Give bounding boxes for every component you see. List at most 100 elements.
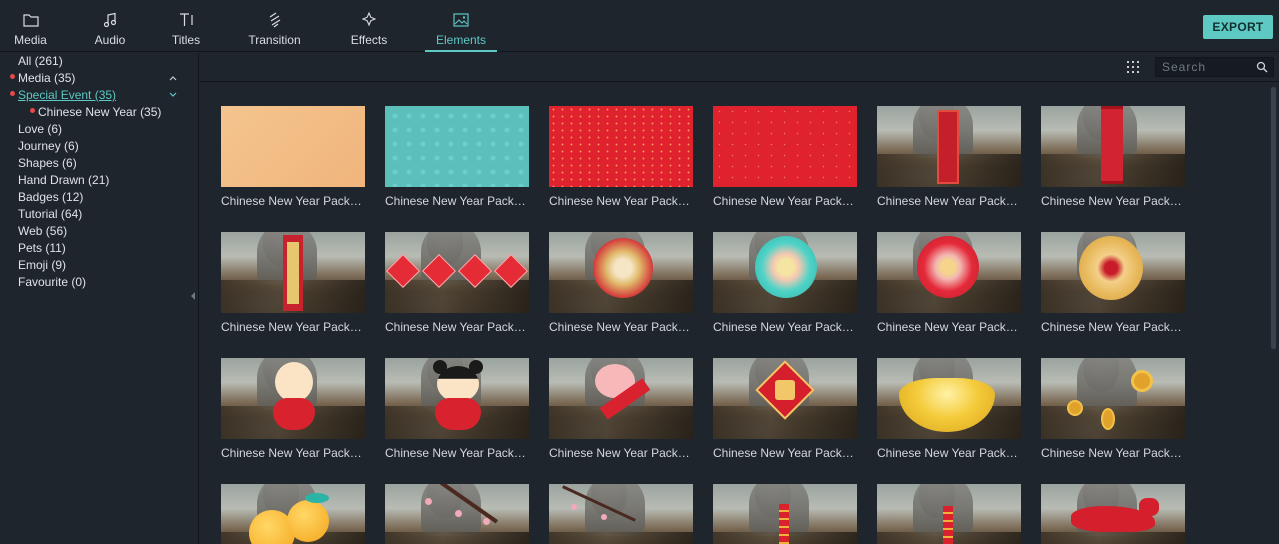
tab-media[interactable]: Media xyxy=(14,0,47,52)
element-tile[interactable]: Chinese New Year Pack El... xyxy=(385,358,529,460)
category-hand-drawn[interactable]: Hand Drawn (21) xyxy=(18,172,109,188)
grid-view-icon[interactable] xyxy=(1126,60,1140,74)
transition-icon xyxy=(269,12,280,28)
element-tile[interactable]: Chinese New Year Pack El... xyxy=(221,358,365,460)
tile-caption: Chinese New Year Pack El... xyxy=(713,446,857,460)
collapse-sidebar-icon[interactable] xyxy=(190,291,196,301)
gold-coins-thumbnail xyxy=(1041,358,1185,439)
element-tile[interactable]: Chinese New Year Pack El... xyxy=(713,358,857,460)
category-badges[interactable]: Badges (12) xyxy=(18,189,83,205)
tab-transition[interactable]: Transition xyxy=(247,0,302,52)
tile-caption: Chinese New Year Pack El... xyxy=(221,320,365,334)
chevron-down-icon[interactable] xyxy=(168,90,178,100)
scrollbar[interactable] xyxy=(1271,87,1276,349)
category-journey[interactable]: Journey (6) xyxy=(18,138,79,154)
element-tile[interactable]: Chinese New Year Pack El... xyxy=(549,358,693,460)
chinese-girl-thumbnail xyxy=(385,358,529,439)
category-web[interactable]: Web (56) xyxy=(18,223,67,239)
effects-icon xyxy=(361,11,377,27)
elements-grid: Chinese New Year Pack El... Chinese New … xyxy=(200,83,1279,544)
element-tile[interactable] xyxy=(1041,484,1185,544)
red-sparkle-background-thumbnail xyxy=(549,106,693,187)
plum-blossom-thumbnail xyxy=(385,484,529,544)
tab-label: Elements xyxy=(435,33,487,47)
tile-caption: Chinese New Year Pack El... xyxy=(713,320,857,334)
element-tile[interactable]: Chinese New Year Pack El... xyxy=(713,106,857,208)
category-all[interactable]: All (261) xyxy=(18,53,63,69)
element-tile[interactable]: Chinese New Year Pack El... xyxy=(549,232,693,334)
new-indicator-dot xyxy=(30,108,35,113)
element-tile[interactable]: Chinese New Year Pack El... xyxy=(385,232,529,334)
element-tile[interactable]: Chinese New Year Pack El... xyxy=(877,232,1021,334)
tile-caption: Chinese New Year Pack El... xyxy=(221,194,365,208)
gold-red-paper-flower-thumbnail xyxy=(1041,232,1185,313)
element-tile[interactable]: Chinese New Year Pack El... xyxy=(877,106,1021,208)
search-input[interactable] xyxy=(1156,58,1252,76)
element-tile[interactable] xyxy=(877,484,1021,544)
category-emoji[interactable]: Emoji (9) xyxy=(18,257,66,273)
tile-caption: Chinese New Year Pack El... xyxy=(713,194,857,208)
element-tile[interactable]: Chinese New Year Pack El... xyxy=(713,232,857,334)
element-tile[interactable]: Chinese New Year Pack El... xyxy=(221,232,365,334)
tile-caption: Chinese New Year Pack El... xyxy=(549,194,693,208)
tile-caption: Chinese New Year Pack El... xyxy=(877,194,1021,208)
text-icon xyxy=(180,13,193,26)
tangerines-thumbnail xyxy=(221,484,365,544)
tile-caption: Chinese New Year Pack El... xyxy=(549,320,693,334)
tile-caption: Chinese New Year Pack El... xyxy=(385,446,529,460)
tab-elements[interactable]: Elements xyxy=(425,0,497,52)
element-tile[interactable]: Chinese New Year Pack El... xyxy=(877,358,1021,460)
fu-diamond-thumbnail xyxy=(713,358,857,439)
tile-caption: Chinese New Year Pack El... xyxy=(1041,320,1185,334)
category-special-event[interactable]: Special Event (35) xyxy=(18,87,116,103)
new-indicator-dot xyxy=(10,91,15,96)
red-scroll-banner-thumbnail xyxy=(877,106,1021,187)
category-pets[interactable]: Pets (11) xyxy=(18,240,66,256)
folder-icon xyxy=(22,14,39,27)
element-tile[interactable]: Chinese New Year Pack El... xyxy=(385,106,529,208)
tab-effects[interactable]: Effects xyxy=(350,0,388,52)
chinese-boy-thumbnail xyxy=(221,358,365,439)
tile-caption: Chinese New Year Pack El... xyxy=(221,446,365,460)
export-button[interactable]: EXPORT xyxy=(1203,15,1273,39)
element-tile[interactable]: Chinese New Year Pack El... xyxy=(549,106,693,208)
tab-label: Audio xyxy=(94,33,126,47)
firecracker-thumbnail xyxy=(713,484,857,544)
tab-audio[interactable]: Audio xyxy=(93,0,127,52)
peach-background-thumbnail xyxy=(221,106,365,187)
gold-ingot-thumbnail xyxy=(877,358,1021,439)
element-tile[interactable]: Chinese New Year Pack El... xyxy=(1041,232,1185,334)
category-sidebar: All (261) Media (35) Special Event (35) … xyxy=(0,53,199,544)
red-diamond-banners-thumbnail xyxy=(385,232,529,313)
music-note-icon xyxy=(103,12,117,28)
tile-caption: Chinese New Year Pack El... xyxy=(1041,194,1185,208)
pig-with-banner-thumbnail xyxy=(549,358,693,439)
tile-caption: Chinese New Year Pack El... xyxy=(1041,446,1185,460)
image-icon xyxy=(453,13,469,27)
tile-caption: Chinese New Year Pack El... xyxy=(385,194,529,208)
category-love[interactable]: Love (6) xyxy=(18,121,62,137)
category-favourite[interactable]: Favourite (0) xyxy=(18,274,86,290)
category-media[interactable]: Media (35) xyxy=(18,70,75,86)
element-tile[interactable] xyxy=(221,484,365,544)
tab-titles[interactable]: Titles xyxy=(171,0,201,52)
red-paper-flower-thumbnail xyxy=(877,232,1021,313)
element-tile[interactable]: Chinese New Year Pack El... xyxy=(1041,106,1185,208)
firecracker-thumbnail xyxy=(877,484,1021,544)
chevron-up-icon[interactable] xyxy=(168,73,178,83)
tab-label: Effects xyxy=(350,33,388,47)
search-icon[interactable] xyxy=(1256,61,1268,73)
red-background-thumbnail xyxy=(713,106,857,187)
category-shapes[interactable]: Shapes (6) xyxy=(18,155,77,171)
element-tile[interactable]: Chinese New Year Pack El... xyxy=(1041,358,1185,460)
category-chinese-new-year[interactable]: Chinese New Year (35) xyxy=(38,104,161,120)
element-tile[interactable] xyxy=(385,484,529,544)
plum-blossom-thumbnail xyxy=(549,484,693,544)
tile-caption: Chinese New Year Pack El... xyxy=(549,446,693,460)
gold-paper-flower-thumbnail xyxy=(549,232,693,313)
element-tile[interactable] xyxy=(549,484,693,544)
category-tutorial[interactable]: Tutorial (64) xyxy=(18,206,82,222)
element-tile[interactable]: Chinese New Year Pack El... xyxy=(221,106,365,208)
element-tile[interactable] xyxy=(713,484,857,544)
content-toolbar xyxy=(200,53,1279,82)
